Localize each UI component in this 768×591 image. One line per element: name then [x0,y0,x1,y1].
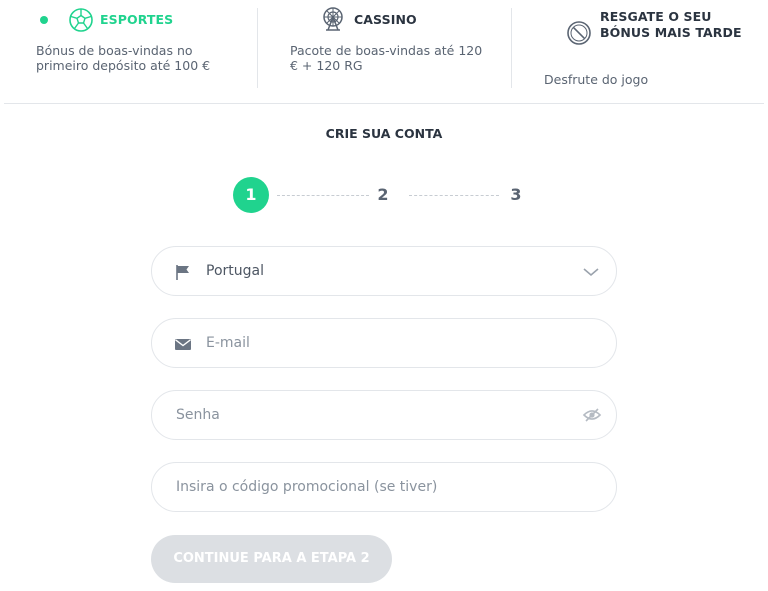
country-select[interactable]: Portugal [151,246,617,296]
step-connector [277,195,369,196]
flag-icon [174,263,192,281]
password-input[interactable] [176,391,576,439]
bonus-option-sports[interactable]: ESPORTES Bónus de boas-vindas no primeir… [36,0,256,100]
chevron-down-icon[interactable] [582,264,600,278]
email-input[interactable] [206,319,586,367]
bonus-option-title: ESPORTES [100,12,174,27]
continue-button[interactable]: CONTINUE PARA A ETAPA 2 [151,535,392,583]
bonus-option-title: CASSINO [354,12,417,27]
promo-code-input[interactable] [176,463,596,511]
step-indicator-3: 3 [510,185,522,204]
bonus-option-casino[interactable]: CASSINO Pacote de boas-vindas até 120 € … [290,0,505,100]
selected-radio-dot [40,16,48,24]
bonus-option-title: RESGATE O SEU BÓNUS MAIS TARDE [600,9,742,40]
page-title: CRIE SUA CONTA [325,126,443,141]
step-connector [409,195,499,196]
bonus-options-bar: ESPORTES Bónus de boas-vindas no primeir… [0,0,768,104]
prohibited-icon [566,20,592,46]
bonus-option-description: Pacote de boas-vindas até 120 € + 120 RG [290,43,483,73]
step-indicator-1: 1 [233,177,269,213]
email-field[interactable] [151,318,617,368]
promo-code-field[interactable] [151,462,617,512]
header-divider [4,103,764,104]
column-divider [511,8,512,88]
bonus-option-description: Bónus de boas-vindas no primeiro depósit… [36,43,211,73]
eye-hidden-icon[interactable] [582,407,602,423]
column-divider [257,8,258,88]
bonus-option-description: Desfrute do jogo [544,72,649,87]
step-indicator-2: 2 [377,185,389,204]
envelope-icon [174,335,192,353]
soccer-ball-icon [68,7,94,33]
bonus-option-later[interactable]: RESGATE O SEU BÓNUS MAIS TARDE Desfrute … [544,0,764,100]
ferris-wheel-icon [320,6,346,32]
password-field[interactable] [151,390,617,440]
country-value: Portugal [206,263,264,279]
registration-stepper: 1 2 3 [233,177,533,213]
